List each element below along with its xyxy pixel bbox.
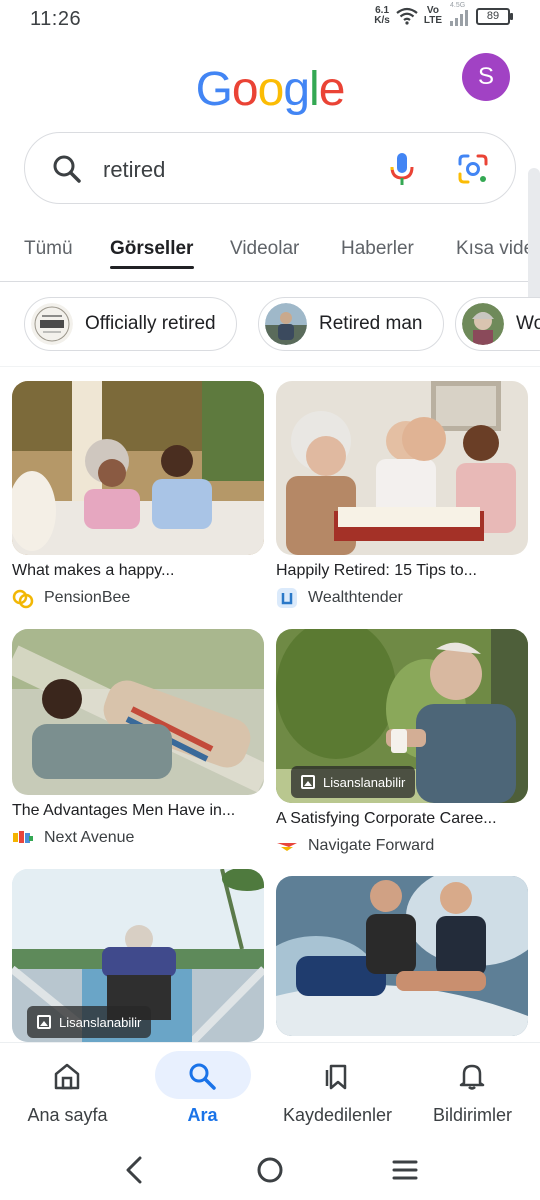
bookmarks-icon bbox=[325, 1064, 347, 1090]
nav-search[interactable]: Ara bbox=[135, 1043, 270, 1143]
tab-all[interactable]: Tümü bbox=[24, 238, 73, 260]
divider bbox=[0, 366, 540, 367]
search-icon bbox=[189, 1063, 216, 1090]
navigate-forward-logo-icon bbox=[277, 843, 297, 851]
result-image[interactable]: Lisanslanabilir bbox=[12, 869, 264, 1042]
logo-letter: g bbox=[283, 63, 310, 116]
pensionbee-logo-icon bbox=[12, 589, 34, 609]
nav-label: Ana sayfa bbox=[27, 1105, 108, 1125]
result-source[interactable]: Navigate Forward bbox=[276, 835, 434, 857]
home-icon bbox=[54, 1063, 80, 1090]
result-image[interactable] bbox=[276, 876, 528, 1036]
nav-label: Ara bbox=[187, 1105, 218, 1125]
result-title[interactable]: A Satisfying Corporate Caree... bbox=[276, 810, 497, 828]
tab-short-videos[interactable]: Kısa vide bbox=[456, 238, 534, 260]
source-name: Wealthtender bbox=[308, 589, 403, 606]
image-icon bbox=[301, 775, 315, 789]
wealthtender-logo-icon bbox=[277, 588, 297, 608]
search-box[interactable]: retired bbox=[24, 132, 516, 204]
chip-retired-man[interactable]: Retired man bbox=[258, 297, 444, 351]
chip-label: Officially retired bbox=[85, 313, 216, 334]
license-label: Lisanslanabilir bbox=[323, 774, 406, 790]
system-navigation bbox=[0, 1142, 540, 1200]
tab-videos[interactable]: Videolar bbox=[230, 238, 299, 260]
network-speed: 6.1 K/s bbox=[374, 6, 390, 26]
chip-women[interactable]: Wo bbox=[455, 297, 540, 351]
nav-home[interactable]: Ana sayfa bbox=[0, 1043, 135, 1143]
result-title[interactable]: Happily Retired: 15 Tips to... bbox=[276, 562, 477, 580]
volte-bottom: LTE bbox=[423, 15, 442, 26]
result-image[interactable] bbox=[12, 381, 264, 555]
licensable-badge[interactable]: Lisanslanabilir bbox=[27, 1006, 152, 1038]
image-icon bbox=[37, 1015, 51, 1029]
logo-letter: o bbox=[257, 63, 285, 116]
source-name: Next Avenue bbox=[44, 829, 135, 846]
volte-indicator: Vo LTE bbox=[424, 6, 442, 26]
account-avatar[interactable]: S bbox=[462, 53, 510, 101]
license-label: Lisanslanabilir bbox=[59, 1014, 142, 1030]
menu-icon[interactable] bbox=[385, 1150, 425, 1190]
nav-label: Kaydedilenler bbox=[282, 1105, 393, 1125]
result-image[interactable]: Lisanslanabilir bbox=[276, 629, 528, 803]
nav-notifications[interactable]: Bildirimler bbox=[405, 1043, 540, 1143]
back-icon[interactable] bbox=[115, 1150, 155, 1190]
image-couple-laughing bbox=[12, 381, 264, 555]
chip-thumbnail bbox=[31, 303, 73, 345]
source-name: PensionBee bbox=[44, 589, 131, 606]
battery-indicator: 89 bbox=[476, 7, 513, 25]
chip-label: Retired man bbox=[319, 313, 423, 334]
nav-label: Bildirimler bbox=[432, 1105, 512, 1125]
chip-officially-retired[interactable]: Officially retired bbox=[24, 297, 237, 351]
speed-unit: K/s bbox=[374, 15, 390, 26]
result-title[interactable]: What makes a happy... bbox=[12, 562, 174, 580]
licensable-badge[interactable]: Lisanslanabilir bbox=[291, 766, 416, 798]
tab-news[interactable]: Haberler bbox=[341, 238, 414, 260]
home-button-icon[interactable] bbox=[250, 1150, 290, 1190]
bottom-navigation: Ana sayfa Ara Kaydedilenler Bildirimler bbox=[0, 1042, 540, 1142]
status-icons: 6.1 K/s Vo LTE 4.5G 89 bbox=[374, 2, 513, 26]
logo-letter: G bbox=[195, 63, 233, 116]
chip-thumbnail bbox=[265, 303, 307, 345]
chip-thumbnail bbox=[462, 303, 504, 345]
source-name: Navigate Forward bbox=[308, 837, 435, 854]
logo-letter: o bbox=[231, 63, 259, 116]
status-time: 11:26 bbox=[30, 8, 82, 30]
logo-letter: l bbox=[309, 63, 320, 116]
google-lens-icon[interactable] bbox=[457, 153, 489, 185]
bell-icon bbox=[459, 1064, 485, 1090]
search-tabs: Tümü Görseller Videolar Haberler Kısa vi… bbox=[0, 228, 540, 282]
nav-saved[interactable]: Kaydedilenler bbox=[270, 1043, 405, 1143]
tab-images[interactable]: Görseller bbox=[110, 238, 193, 260]
image-grandparents-reading bbox=[276, 381, 528, 555]
result-title[interactable]: The Advantages Men Have in... bbox=[12, 802, 235, 820]
google-logo: Google bbox=[0, 62, 540, 117]
logo-letter: e bbox=[318, 63, 346, 116]
result-image[interactable] bbox=[276, 381, 528, 555]
related-chips: Officially retired Retired man Wo bbox=[0, 296, 540, 352]
search-input[interactable]: retired bbox=[103, 157, 165, 183]
signal-icon: 4.5G bbox=[448, 2, 470, 26]
result-source[interactable]: Next Avenue bbox=[12, 827, 134, 849]
image-man-hammock-phone bbox=[12, 629, 264, 795]
microphone-icon[interactable] bbox=[387, 151, 417, 187]
result-source[interactable]: PensionBee bbox=[12, 587, 130, 609]
next-avenue-logo-icon bbox=[13, 831, 33, 843]
wifi-icon bbox=[396, 7, 418, 25]
result-source[interactable]: Wealthtender bbox=[276, 587, 403, 609]
search-icon bbox=[53, 155, 81, 183]
result-image[interactable] bbox=[12, 629, 264, 795]
image-couple-jetski bbox=[276, 876, 528, 1036]
chip-label: Wo bbox=[516, 313, 540, 334]
status-bar: 11:26 6.1 K/s Vo LTE 4.5G 89 bbox=[0, 0, 540, 38]
active-tab-indicator bbox=[110, 266, 194, 269]
